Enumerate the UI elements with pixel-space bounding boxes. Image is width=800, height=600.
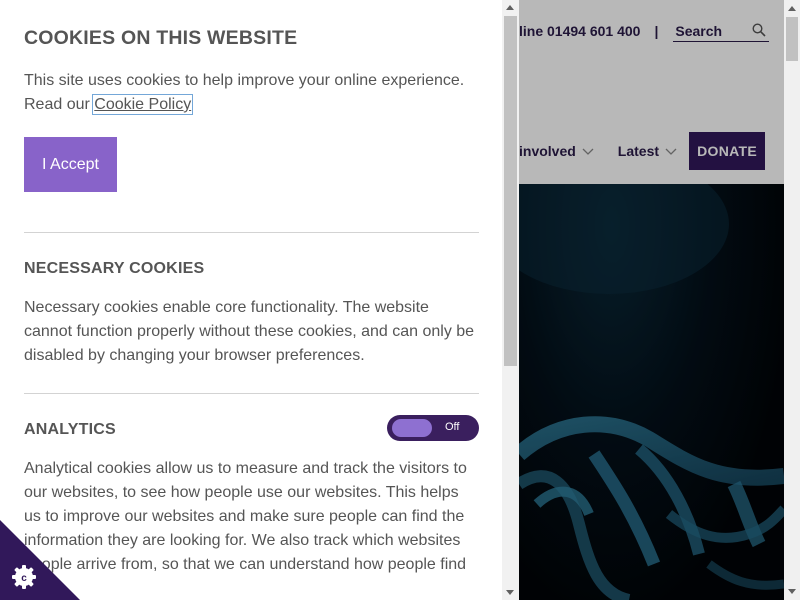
analytics-heading: ANALYTICS (24, 421, 116, 438)
scroll-thumb[interactable] (786, 17, 798, 61)
panel-scroll-thumb[interactable] (504, 16, 517, 366)
cookie-intro-text: This site uses cookies to help improve y… (24, 72, 465, 113)
cookie-panel-title: COOKIES ON THIS WEBSITE (24, 27, 298, 49)
cookie-intro: This site uses cookies to help improve y… (24, 69, 479, 117)
necessary-cookies-heading: NECESSARY COOKIES (24, 260, 205, 277)
scroll-down-arrow-icon[interactable] (506, 590, 514, 595)
divider (24, 232, 479, 233)
scroll-up-arrow-icon[interactable] (506, 5, 514, 10)
scroll-up-arrow-icon[interactable] (788, 6, 796, 11)
accept-button[interactable]: I Accept (24, 137, 117, 192)
analytics-toggle[interactable]: Off (387, 415, 479, 441)
analytics-text: Analytical cookies allow us to measure a… (24, 460, 467, 573)
cookie-settings-icon: c (0, 520, 80, 600)
cookie-policy-link[interactable]: Cookie Policy (92, 94, 194, 115)
toggle-knob (392, 419, 432, 437)
necessary-cookies-text: Necessary cookies enable core functional… (24, 299, 475, 364)
page-scrollbar[interactable] (784, 0, 800, 600)
cookie-consent-panel: COOKIES ON THIS WEBSITE This site uses c… (0, 0, 502, 600)
panel-scrollbar[interactable] (502, 0, 519, 600)
svg-text:c: c (21, 573, 27, 584)
cookie-settings-button[interactable]: c (0, 520, 80, 600)
divider (24, 393, 479, 394)
scroll-down-arrow-icon[interactable] (788, 589, 796, 594)
toggle-state-label: Off (445, 421, 460, 433)
